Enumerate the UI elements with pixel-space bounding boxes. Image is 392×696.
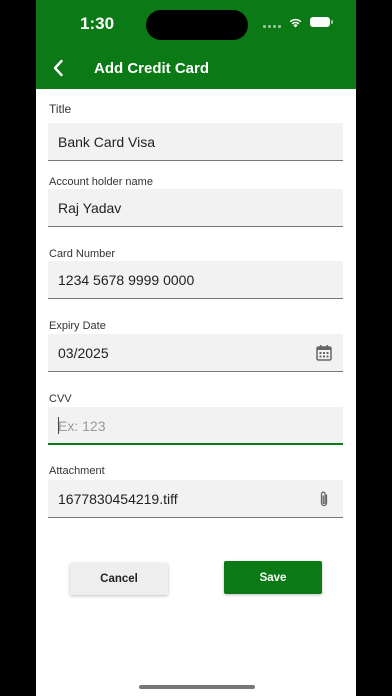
cvv-placeholder: Ex: 123 bbox=[58, 418, 106, 434]
chevron-left-icon bbox=[53, 59, 63, 77]
cvv-label: CVV bbox=[49, 393, 72, 405]
home-indicator bbox=[139, 685, 255, 689]
card-number-label: Card Number bbox=[49, 248, 116, 260]
battery-icon bbox=[310, 17, 333, 27]
expiry-date-field[interactable]: 03/2025 bbox=[48, 334, 343, 372]
attachment-field[interactable]: 1677830454219.tiff bbox=[48, 480, 343, 518]
holder-name-field[interactable]: Raj Yadav bbox=[48, 189, 343, 227]
calendar-icon[interactable] bbox=[315, 344, 333, 362]
page-title: Add Credit Card bbox=[94, 60, 210, 77]
expiry-value: 03/2025 bbox=[58, 345, 109, 361]
card-number-value: 1234 5678 9999 0000 bbox=[58, 272, 195, 288]
save-button[interactable]: Save bbox=[224, 561, 322, 594]
holder-label: Account holder name bbox=[49, 176, 153, 188]
wifi-icon bbox=[289, 18, 302, 28]
cvv-field[interactable]: Ex: 123 bbox=[48, 407, 343, 445]
holder-value: Raj Yadav bbox=[58, 200, 122, 216]
cancel-button[interactable]: Cancel bbox=[70, 563, 168, 595]
signal-icon bbox=[263, 16, 281, 28]
card-number-field[interactable]: 1234 5678 9999 0000 bbox=[48, 261, 343, 299]
title-label: Title bbox=[49, 102, 72, 116]
back-button[interactable] bbox=[46, 56, 70, 80]
title-value: Bank Card Visa bbox=[58, 134, 156, 150]
app-bar: 1:30 Add Credit Card bbox=[36, 0, 356, 89]
status-time: 1:30 bbox=[80, 14, 115, 33]
phone-screen: 1:30 Add Credit Card Title Bank Card Vis… bbox=[36, 0, 356, 696]
dynamic-island bbox=[146, 10, 248, 40]
status-icons bbox=[263, 14, 333, 30]
expiry-label: Expiry Date bbox=[49, 320, 106, 332]
attachment-label: Attachment bbox=[49, 465, 105, 477]
attachment-value: 1677830454219.tiff bbox=[58, 491, 178, 507]
paperclip-icon[interactable] bbox=[315, 490, 333, 508]
title-field[interactable]: Bank Card Visa bbox=[48, 123, 343, 161]
